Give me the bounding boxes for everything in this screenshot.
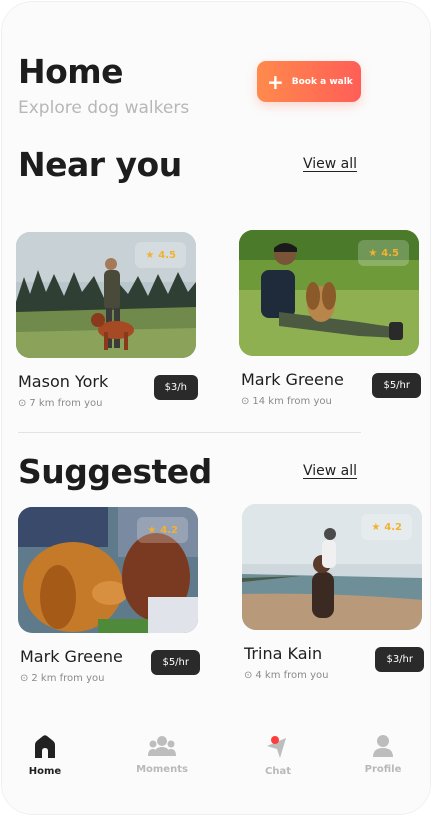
walker-name: Mark Greene xyxy=(20,647,123,666)
nav-profile-label: Profile xyxy=(364,764,402,775)
walker-name: Mason York xyxy=(18,372,109,391)
page-title: Home xyxy=(18,52,124,91)
suggested-title: Suggested xyxy=(18,452,212,491)
walker-distance: ⊙ 7 km from you xyxy=(18,398,102,409)
rating-value: 4.2 xyxy=(160,524,178,536)
nav-chat-label: Chat xyxy=(265,766,291,777)
rating-badge: ★ 4.5 xyxy=(358,240,409,266)
nav-moments-label: Moments xyxy=(136,764,188,775)
location-pin-icon: ⊙ xyxy=(241,396,250,407)
suggested-view-all-link[interactable]: View all xyxy=(303,463,357,479)
notification-dot xyxy=(271,736,279,744)
distance-text: 7 km from you xyxy=(29,398,103,409)
rating-badge: ★ 4.2 xyxy=(137,517,188,543)
nav-moments[interactable]: Moments xyxy=(127,734,197,775)
book-walk-button[interactable]: + Book a walk xyxy=(257,61,361,102)
walker-distance: ⊙ 4 km from you xyxy=(244,670,328,681)
walker-photo: ★ 4.5 xyxy=(16,232,196,358)
walker-card[interactable]: ★ 4.2 Trina Kain ⊙ 4 km from you $3/hr xyxy=(242,504,424,681)
app-screen: Home Explore dog walkers + Book a walk N… xyxy=(2,2,430,814)
distance-text: 14 km from you xyxy=(252,396,332,407)
price-badge: $5/hr xyxy=(151,650,200,675)
home-icon xyxy=(35,735,55,758)
page-subtitle: Explore dog walkers xyxy=(18,98,190,118)
walker-photo: ★ 4.2 xyxy=(18,507,198,633)
nav-home-label: Home xyxy=(28,766,62,777)
price-badge: $5/hr xyxy=(372,373,421,398)
nav-profile[interactable]: Profile xyxy=(348,734,418,775)
walker-distance: ⊙ 2 km from you xyxy=(20,673,104,684)
price-badge: $3/hr xyxy=(375,647,424,672)
near-you-title: Near you xyxy=(18,145,182,184)
rating-badge: ★ 4.5 xyxy=(135,242,186,268)
price-badge: $3/h xyxy=(153,375,198,400)
group-icon xyxy=(148,736,176,756)
distance-text: 2 km from you xyxy=(31,673,105,684)
profile-icon xyxy=(373,735,393,757)
star-icon: ★ xyxy=(145,249,155,261)
bottom-nav: Home Moments Chat Profile xyxy=(2,734,430,794)
location-pin-icon: ⊙ xyxy=(18,398,27,409)
location-pin-icon: ⊙ xyxy=(244,670,253,681)
star-icon: ★ xyxy=(147,524,157,536)
nav-home[interactable]: Home xyxy=(10,734,80,777)
rating-badge: ★ 4.2 xyxy=(361,514,412,540)
walker-name: Trina Kain xyxy=(244,644,323,663)
star-icon: ★ xyxy=(371,521,381,533)
star-icon: ★ xyxy=(368,247,378,259)
near-you-view-all-link[interactable]: View all xyxy=(303,156,357,172)
walker-card[interactable]: ★ 4.5 Mark Greene ⊙ 14 km from you $5/hr xyxy=(239,230,421,407)
walker-card[interactable]: ★ 4.2 Mark Greene ⊙ 2 km from you $5/hr xyxy=(18,507,200,684)
walker-card[interactable]: ★ 4.5 Mason York ⊙ 7 km from you $3/h xyxy=(16,232,198,409)
distance-text: 4 km from you xyxy=(255,670,329,681)
rating-value: 4.2 xyxy=(384,521,402,533)
chat-icon xyxy=(267,736,286,758)
walker-photo: ★ 4.2 xyxy=(242,504,422,630)
nav-chat[interactable]: Chat xyxy=(243,734,313,777)
walker-name: Mark Greene xyxy=(241,370,344,389)
rating-value: 4.5 xyxy=(381,247,399,259)
plus-icon: + xyxy=(267,69,284,94)
location-pin-icon: ⊙ xyxy=(20,673,29,684)
walker-distance: ⊙ 14 km from you xyxy=(241,396,332,407)
section-divider xyxy=(18,432,361,433)
walker-photo: ★ 4.5 xyxy=(239,230,419,356)
rating-value: 4.5 xyxy=(158,249,176,261)
book-walk-label: Book a walk xyxy=(291,76,353,87)
